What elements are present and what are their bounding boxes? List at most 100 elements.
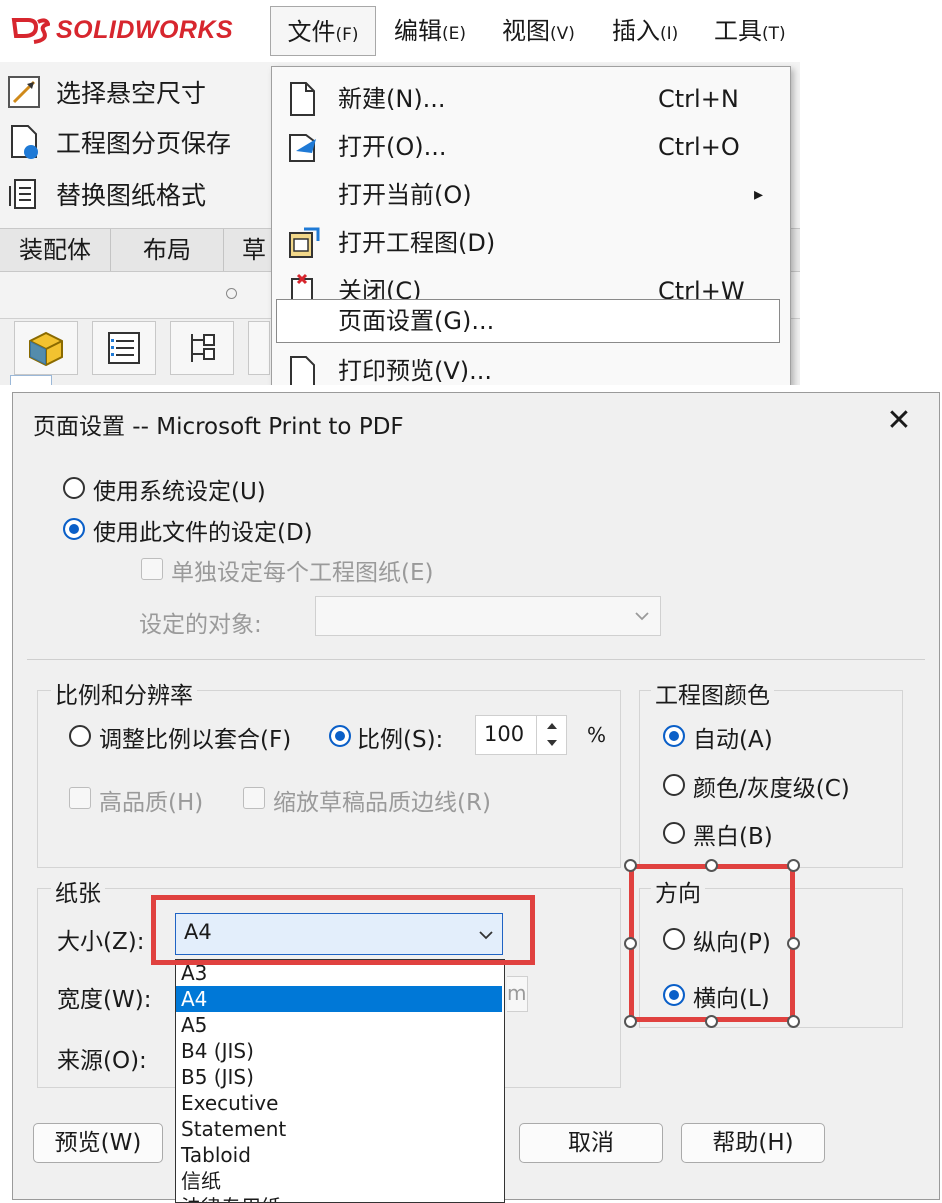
solidworks-window: SOLIDWORKS 文件(F) 编辑(E) 视图(V) 插入(I) 工具(T)…: [0, 0, 800, 385]
menu-edit-label: 编辑: [394, 17, 442, 45]
part-cube-icon: [29, 331, 63, 367]
menu-item-page-setup[interactable]: 页面设置(G)...: [272, 297, 790, 345]
label-target: 设定的对象:: [139, 612, 262, 638]
radio-use-file[interactable]: [63, 518, 85, 540]
menu-file-accel: (F): [335, 25, 359, 45]
target-select[interactable]: [315, 596, 661, 636]
label-source: 来源(O):: [57, 1048, 147, 1074]
paper-size-option[interactable]: Tabloid: [176, 1142, 502, 1168]
checkbox-separate-each[interactable]: [141, 558, 163, 580]
menu-item-print-preview[interactable]: 打印预览(V)...: [272, 347, 790, 385]
resize-handle: [787, 1015, 800, 1028]
spin-up-icon[interactable]: [545, 721, 559, 731]
menu-tools-label: 工具: [714, 17, 762, 45]
ds-logo-icon: [11, 18, 50, 44]
menu-bar: SOLIDWORKS 文件(F) 编辑(E) 视图(V) 插入(I) 工具(T): [0, 0, 800, 62]
label-scale-to-fit: 调整比例以套合(F): [99, 727, 292, 753]
resize-handle: [624, 859, 637, 872]
paper-size-option[interactable]: A5: [176, 1012, 502, 1038]
menu-tools[interactable]: 工具(T): [704, 6, 796, 56]
cmd-select-dangling-dims[interactable]: 选择悬空尺寸: [6, 70, 206, 114]
close-button[interactable]: ✕: [879, 401, 919, 441]
radio-color-gray[interactable]: [663, 774, 685, 796]
help-button[interactable]: 帮助(H): [681, 1123, 825, 1163]
menu-item-open-drawing[interactable]: 打开工程图(D): [272, 219, 790, 267]
label-scale-draft: 缩放草稿品质边线(R): [273, 790, 491, 816]
checkbox-scale-draft[interactable]: [243, 787, 265, 809]
resize-handle: [624, 937, 637, 950]
sheet-format-icon: [6, 176, 42, 212]
property-manager-tab[interactable]: [92, 321, 156, 375]
open-drawing-icon: [286, 225, 322, 261]
menu-insert-accel: (I): [660, 24, 679, 44]
dialog-title: 页面设置 -- Microsoft Print to PDF: [33, 414, 404, 440]
logo-text: SOLIDWORKS: [56, 15, 234, 44]
menu-view-label: 视图: [502, 17, 550, 45]
resize-handle: [624, 1015, 637, 1028]
paper-size-option[interactable]: B4 (JIS): [176, 1038, 502, 1064]
cancel-button[interactable]: 取消: [519, 1123, 663, 1163]
submenu-arrow-icon: ▸: [754, 184, 764, 205]
radio-color-auto[interactable]: [663, 725, 685, 747]
annotation-highlight-orientation: [629, 864, 795, 1022]
menu-item-shortcut: Ctrl+N: [658, 85, 739, 113]
paper-size-option[interactable]: Executive: [176, 1090, 502, 1116]
cmd-save-sheets[interactable]: 工程图分页保存: [6, 120, 231, 164]
menu-item-open[interactable]: 打开(O)... Ctrl+O: [272, 123, 790, 171]
menu-edit[interactable]: 编辑(E): [384, 6, 476, 56]
configuration-manager-tab[interactable]: [170, 321, 234, 375]
paper-size-option[interactable]: 法律专用纸: [176, 1194, 502, 1202]
resize-handle: [787, 859, 800, 872]
color-group-title: 工程图颜色: [651, 676, 774, 710]
menu-item-open-current[interactable]: 打开当前(O) ▸: [272, 171, 790, 219]
annotation-highlight-size: [151, 895, 535, 965]
label-color-auto: 自动(A): [693, 727, 773, 753]
preview-button[interactable]: 预览(W): [33, 1123, 163, 1163]
close-icon: ✕: [886, 403, 912, 438]
label-scale: 比例(S):: [357, 727, 444, 753]
cmd-label: 工程图分页保存: [56, 129, 232, 158]
radio-scale-to-fit[interactable]: [69, 725, 91, 747]
menu-insert-label: 插入: [612, 17, 660, 45]
tree-item-partial: [10, 375, 52, 385]
radio-bw[interactable]: [663, 822, 685, 844]
radio-scale[interactable]: [329, 725, 351, 747]
radio-use-system[interactable]: [63, 477, 85, 499]
paper-size-option[interactable]: 信纸: [176, 1168, 502, 1194]
menu-item-label: 打开当前(O): [338, 181, 472, 209]
resize-handle: [787, 937, 800, 950]
spin-down-icon[interactable]: [545, 738, 559, 748]
menu-file-label: 文件: [287, 18, 336, 46]
menu-view[interactable]: 视图(V): [492, 6, 585, 56]
label-width: 宽度(W):: [57, 987, 152, 1013]
checkbox-high-quality[interactable]: [69, 787, 91, 809]
paper-size-option[interactable]: Statement: [176, 1116, 502, 1142]
label-size: 大小(Z):: [57, 929, 145, 955]
menu-file[interactable]: 文件(F): [270, 6, 376, 56]
width-input-tail[interactable]: m: [507, 976, 528, 1012]
label-use-system: 使用系统设定(U): [93, 479, 266, 505]
cmd-label: 替换图纸格式: [56, 181, 207, 210]
paper-group-title: 纸张: [51, 874, 105, 908]
label-high-quality: 高品质(H): [99, 790, 204, 816]
resize-handle: [705, 859, 718, 872]
dimension-icon: [6, 74, 42, 110]
chevron-down-icon: [635, 612, 649, 621]
scale-spinner[interactable]: 100: [475, 715, 567, 755]
tab-assembly[interactable]: 装配体: [0, 229, 111, 271]
cmd-replace-sheet-format[interactable]: 替换图纸格式: [6, 172, 206, 216]
menu-insert[interactable]: 插入(I): [602, 6, 688, 56]
menu-view-accel: (V): [550, 24, 575, 44]
manager-tab-partial[interactable]: [248, 321, 270, 375]
paper-size-list: A3 A4 A5 B4 (JIS) B5 (JIS) Executive Statement…: [175, 959, 505, 1203]
label-use-file: 使用此文件的设定(D): [93, 520, 313, 546]
label-color-gray: 颜色/灰度级(C): [693, 776, 850, 802]
paper-size-option[interactable]: B5 (JIS): [176, 1064, 502, 1090]
tab-layout[interactable]: 布局: [111, 229, 224, 271]
new-document-icon: [286, 81, 322, 117]
document-save-icon: [6, 124, 42, 160]
feature-manager-tab[interactable]: [14, 321, 78, 375]
menu-item-new[interactable]: 新建(N)... Ctrl+N: [272, 75, 790, 123]
spinner-buttons[interactable]: [536, 716, 567, 754]
paper-size-option[interactable]: A4: [176, 986, 502, 1012]
